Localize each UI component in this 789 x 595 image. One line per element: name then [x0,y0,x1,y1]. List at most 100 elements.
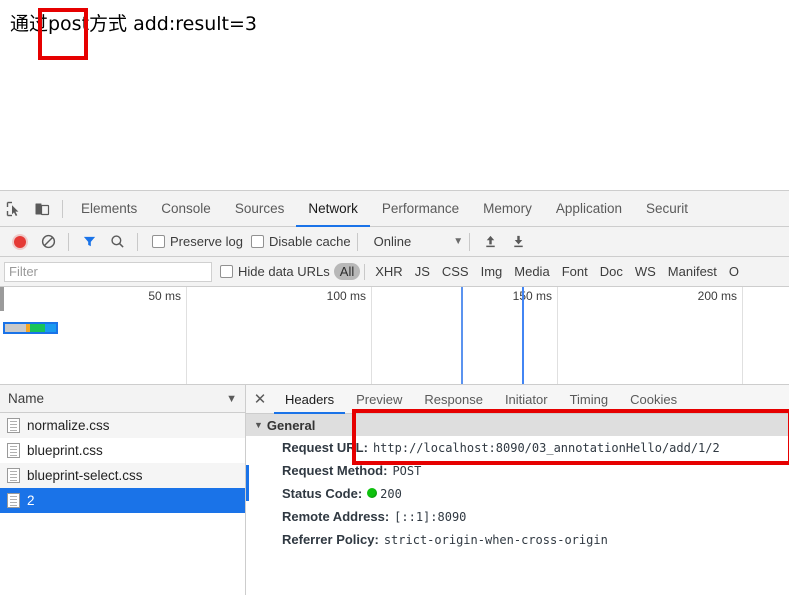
referrer-policy-value: strict-origin-when-cross-origin [383,533,608,547]
request-method-key: Request Method: [282,463,388,478]
filter-type-all[interactable]: All [333,263,361,280]
list-item[interactable]: 2 [0,488,245,513]
remote-address-value: [::1]:8090 [394,510,467,524]
list-item[interactable]: normalize.css [0,413,245,438]
search-icon[interactable] [103,228,131,256]
tab-elements[interactable]: Elements [69,191,149,227]
document-icon [7,468,20,483]
list-item[interactable]: blueprint-select.css [0,463,245,488]
filter-icon[interactable] [75,228,103,256]
detail-tab-headers[interactable]: Headers [274,385,345,414]
device-toolbar-icon[interactable] [28,195,56,223]
browser-page-content: 通过post方式 add:result=3 [0,0,789,190]
request-name: blueprint.css [27,443,103,458]
filter-type-other[interactable]: O [723,263,745,280]
filter-input[interactable] [4,261,212,282]
chevron-down-icon: ▼ [453,236,464,247]
filter-divider [364,263,366,280]
overview-gridline [371,287,372,384]
toolbar-divider [68,232,69,251]
overview-tick-200ms: 200 ms [697,289,737,303]
detail-tab-timing[interactable]: Timing [559,385,620,414]
detail-tab-cookies[interactable]: Cookies [619,385,688,414]
filter-type-xhr[interactable]: XHR [369,263,408,280]
request-url-value: http://localhost:8090/03_annotationHello… [372,441,720,455]
filter-type-media[interactable]: Media [508,263,555,280]
general-section-header[interactable]: ▼ General [246,414,789,436]
overview-tick-50ms: 50 ms [148,289,181,303]
record-icon[interactable] [6,228,34,256]
throttling-select[interactable]: Online ▼ [374,234,463,249]
preserve-log-checkbox[interactable]: Preserve log [152,234,243,249]
filter-type-img[interactable]: Img [475,263,509,280]
dom-content-loaded-line [461,287,463,384]
overview-left-marker [0,287,4,311]
document-icon [7,443,20,458]
highlight-box-post [38,8,88,60]
devtools-panel: Elements Console Sources Network Perform… [0,190,789,595]
filter-type-doc[interactable]: Doc [594,263,629,280]
checkbox-box [220,265,233,278]
disable-cache-checkbox[interactable]: Disable cache [250,234,351,249]
detail-tabbar: ✕ Headers Preview Response Initiator Tim… [246,385,789,414]
triangle-down-icon: ▼ [254,420,263,430]
inspect-element-icon[interactable] [0,195,28,223]
detail-tab-preview[interactable]: Preview [345,385,413,414]
tab-security[interactable]: Securit [634,191,700,227]
overview-gridline [186,287,187,384]
screenshot-root: 通过post方式 add:result=3 Elements Console S… [0,0,789,595]
toolbar-divider [356,232,358,251]
tab-memory[interactable]: Memory [471,191,544,227]
request-url-row: Request URL: http://localhost:8090/03_an… [246,436,789,459]
tab-performance[interactable]: Performance [370,191,471,227]
toolbar-divider [469,232,471,251]
requests-pane: Name ▼ normalize.css blueprint.css bluep… [0,385,246,595]
headers-body: ▼ General Request URL: http://localhost:… [246,414,789,595]
overview-tick-150ms: 150 ms [512,289,552,303]
request-detail-pane: ✕ Headers Preview Response Initiator Tim… [246,385,789,595]
detail-tab-response[interactable]: Response [413,385,494,414]
detail-tab-initiator[interactable]: Initiator [494,385,559,414]
clear-icon[interactable] [34,228,62,256]
filter-type-js[interactable]: JS [409,263,436,280]
import-har-icon[interactable] [476,228,504,256]
referrer-policy-key: Referrer Policy: [282,532,379,547]
tab-network[interactable]: Network [296,191,370,227]
list-item[interactable]: blueprint.css [0,438,245,463]
bar-segment-download [44,324,56,332]
remote-address-row: Remote Address: [::1]:8090 [246,505,789,528]
request-url-key: Request URL: [282,440,368,455]
resource-type-filters: All XHR JS CSS Img Media Font Doc WS Man… [333,263,745,280]
network-overview-timeline[interactable]: 50 ms 100 ms 150 ms 200 ms [0,287,789,385]
filter-type-css[interactable]: CSS [436,263,475,280]
bar-segment-queueing [5,324,27,332]
status-code-row: Status Code: 200 [246,482,789,505]
document-icon [7,418,20,433]
overview-request-bar [3,322,58,334]
filter-type-font[interactable]: Font [556,263,594,280]
filter-type-manifest[interactable]: Manifest [662,263,723,280]
filter-type-ws[interactable]: WS [629,263,662,280]
status-ok-icon [367,488,378,498]
tab-console[interactable]: Console [149,191,223,227]
toolbar-divider [137,232,138,251]
bar-segment-waiting [29,324,45,332]
requests-column-header[interactable]: Name ▼ [0,385,245,413]
tab-application[interactable]: Application [544,191,634,227]
hide-data-urls-label: Hide data URLs [238,264,330,279]
request-name: blueprint-select.css [27,468,143,483]
close-icon[interactable]: ✕ [246,385,274,414]
overview-tick-100ms: 100 ms [326,289,366,303]
tab-sources[interactable]: Sources [223,191,297,227]
request-method-row: Request Method: POST [246,459,789,482]
network-toolbar: Preserve log Disable cache Online ▼ [0,227,789,257]
status-code-key: Status Code: [282,486,363,501]
hide-data-urls-checkbox[interactable]: Hide data URLs [220,264,330,279]
selected-row-edge-marker [246,465,249,501]
export-har-icon[interactable] [504,228,532,256]
requests-list[interactable]: normalize.css blueprint.css blueprint-se… [0,413,245,595]
general-section-label: General [266,417,316,433]
checkbox-box [152,235,165,248]
status-code-value: 200 [380,487,402,501]
network-filter-bar: Hide data URLs All XHR JS CSS Img Media … [0,257,789,287]
